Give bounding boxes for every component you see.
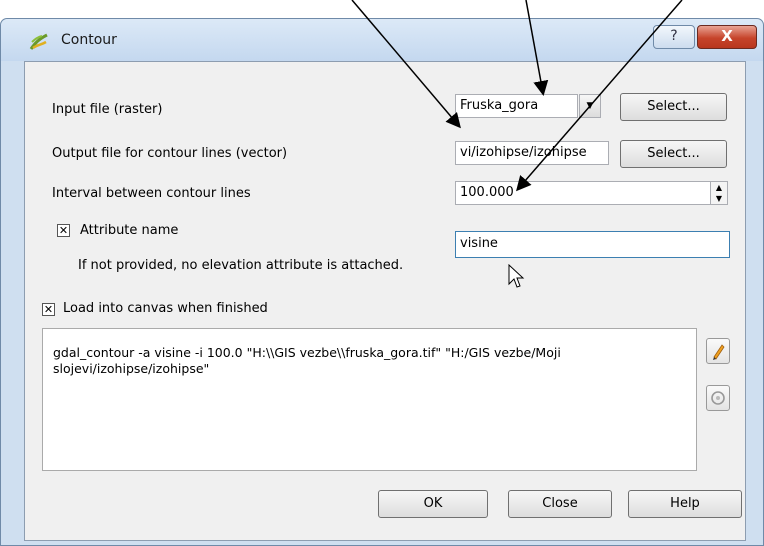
arrow-to-input-file [525,0,549,96]
arrow-to-interval [516,0,683,192]
annotation-arrows [351,0,683,192]
arrow-to-output-file [351,0,461,129]
